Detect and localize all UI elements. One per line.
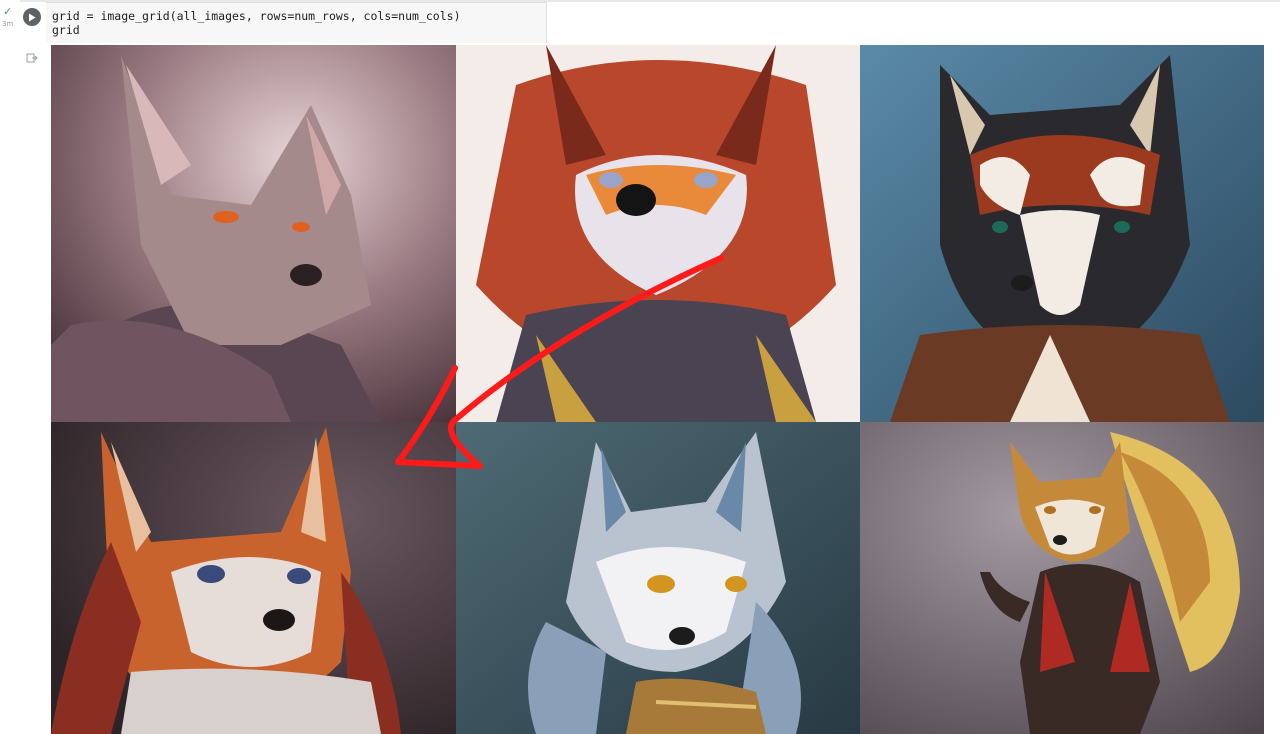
code-line-2: grid bbox=[52, 23, 80, 37]
grid-image-6 bbox=[860, 422, 1264, 734]
output-actions-icon[interactable] bbox=[26, 52, 38, 64]
grid-image-4 bbox=[51, 422, 456, 734]
grid-image-1 bbox=[51, 45, 456, 422]
execution-time: 3m bbox=[2, 20, 14, 28]
code-editor[interactable]: grid = image_grid(all_images, rows=num_r… bbox=[46, 2, 547, 43]
execution-success-icon: ✓ bbox=[3, 5, 13, 18]
cell-gutter: ✓ 3m bbox=[0, 0, 20, 734]
run-cell-button[interactable] bbox=[23, 8, 41, 26]
cell-output bbox=[51, 45, 1264, 734]
grid-image-5 bbox=[456, 422, 860, 734]
code-line-1: grid = image_grid(all_images, rows=num_r… bbox=[52, 9, 461, 23]
grid-image-3 bbox=[860, 45, 1264, 422]
grid-image-2 bbox=[456, 45, 860, 422]
play-icon bbox=[29, 13, 36, 21]
